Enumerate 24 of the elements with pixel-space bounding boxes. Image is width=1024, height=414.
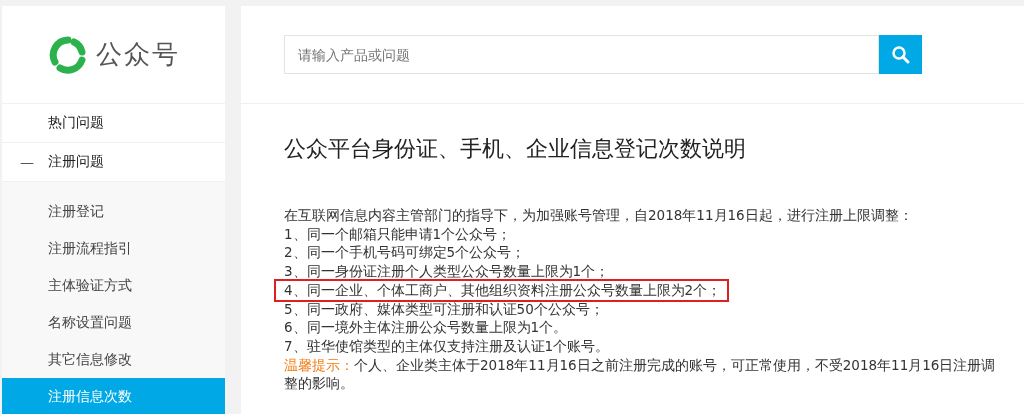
search-field[interactable]: 请输入产品或问题 xyxy=(284,35,879,74)
submenu-item[interactable]: 主体验证方式 xyxy=(2,267,225,304)
rule-text: 5、同一政府、媒体类型可注册和认证50个公众号； xyxy=(284,299,605,319)
rule-text: 6、同一境外主体注册公众号数量上限为1个。 xyxy=(284,318,569,337)
search-button[interactable] xyxy=(879,35,922,74)
sidebar-item[interactable]: 热门问题 xyxy=(2,104,225,143)
submenu-item[interactable]: 注册登记 xyxy=(2,193,225,230)
submenu-item[interactable]: 注册流程指引 xyxy=(2,230,225,267)
rule-text: 1、同一个邮箱只能申请1个公众号； xyxy=(284,224,513,244)
logo-icon xyxy=(47,34,88,75)
rule-text: 2、同一个手机号码可绑定5个公众号； xyxy=(284,243,527,263)
rule-text: 3、同一身份证注册个人类型公众号数量上限为1个； xyxy=(284,262,611,281)
intro-text: 在互联网信息内容主管部门的指导下，为加强账号管理，自2018年11月16日起，进行注册上限调整： xyxy=(284,206,914,225)
search-icon xyxy=(890,44,911,65)
article-title: 公众平台身份证、手机、企业信息登记次数说明 xyxy=(284,135,747,163)
tip-text: 温馨提示：个人、企业类主体于2018年11月16日之前注册完成的账号，可正常使用，不受2018年11月16日注册调整的影响。 xyxy=(284,355,997,394)
submenu-item[interactable]: 其它信息修改 xyxy=(2,341,225,378)
sidebar-item-label: 热门问题 xyxy=(48,114,104,132)
submenu-item[interactable]: 名称设置问题 xyxy=(2,304,225,341)
rule-text: 7、驻华使馆类型的主体仅支持注册及认证1个账号。 xyxy=(284,336,611,356)
sidebar-item-label: 注册问题 xyxy=(48,153,104,171)
logo-text: 公众号 xyxy=(95,38,180,71)
rule-text: 4、同一企业、个体工商户、其他组织资料注册公众号数量上限为2个； xyxy=(276,280,728,300)
collapse-toggle[interactable]: — xyxy=(20,154,34,170)
